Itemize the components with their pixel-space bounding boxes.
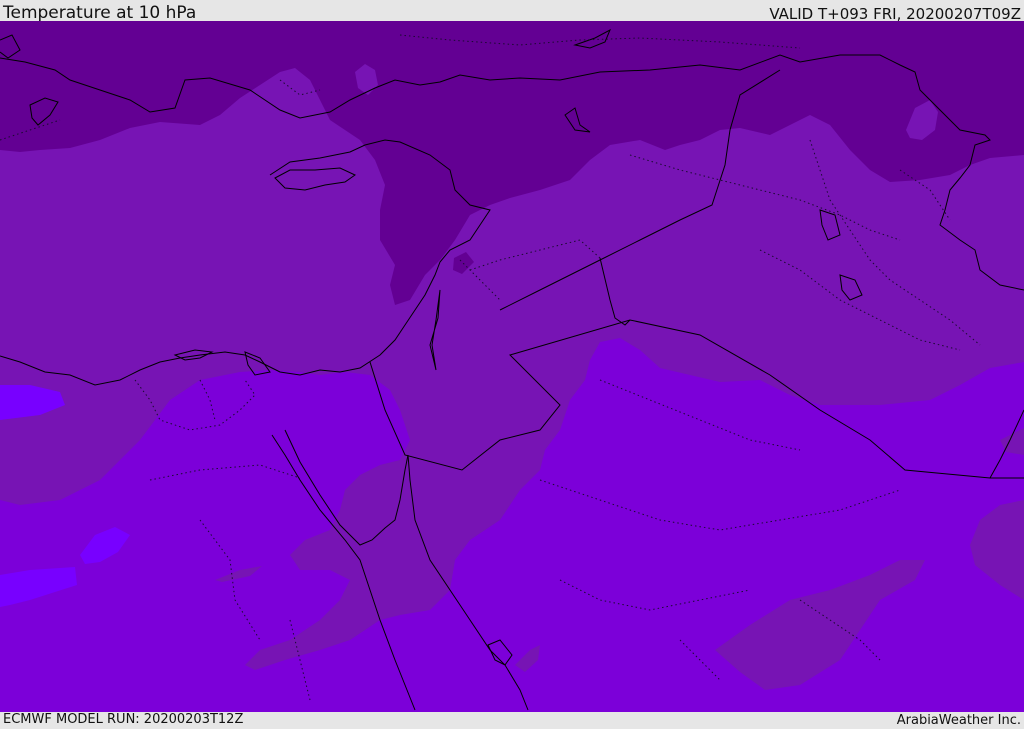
map-title: Temperature at 10 hPa [3, 3, 197, 23]
temperature-map [0, 21, 1024, 712]
credit-label: ArabiaWeather Inc. [896, 713, 1021, 728]
map-frame: Temperature at 10 hPa VALID T+093 FRI, 2… [0, 0, 1024, 729]
model-run-label: ECMWF MODEL RUN: 20200203T12Z [3, 712, 244, 727]
